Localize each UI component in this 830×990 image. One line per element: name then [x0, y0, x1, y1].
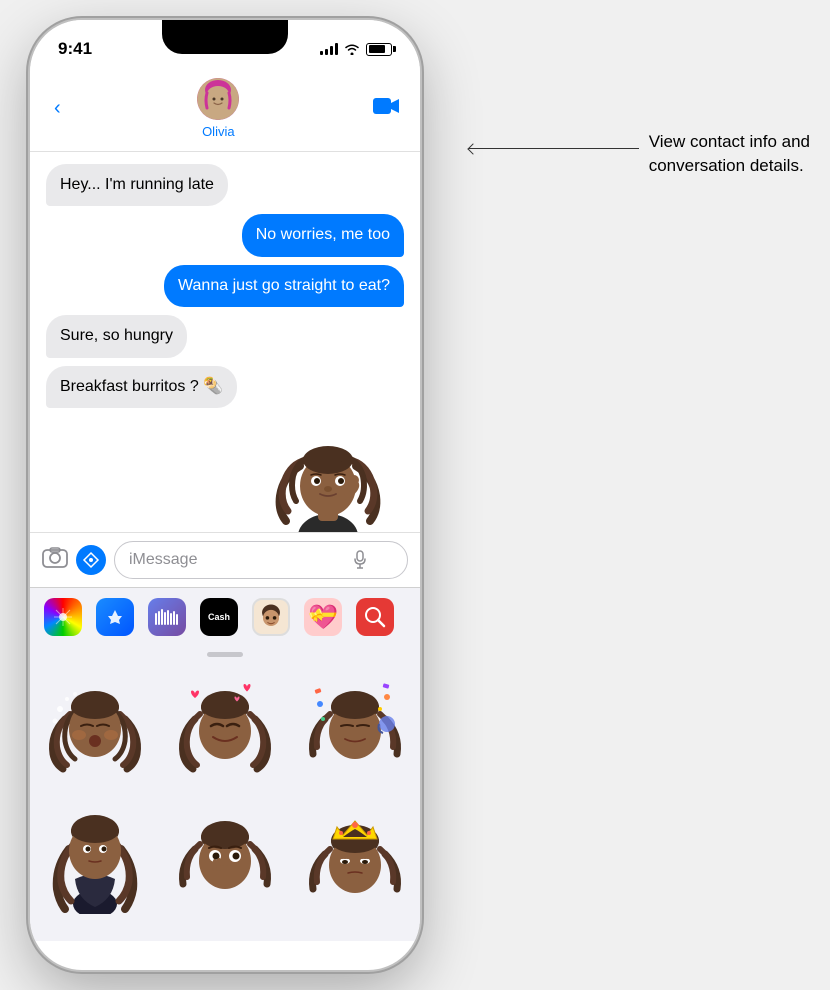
message-bubble: No worries, me too — [242, 214, 404, 256]
message-bubble: Sure, so hungry — [46, 315, 187, 357]
sticker-app-icon[interactable]: 💝 — [304, 598, 342, 636]
memoji-sticker-3[interactable] — [290, 661, 420, 791]
message-row: Wanna just go straight to eat? — [46, 265, 404, 307]
appcash-app-icon[interactable]: Cash — [200, 598, 238, 636]
memoji-app-icon[interactable] — [252, 598, 290, 636]
status-time: 9:41 — [58, 39, 92, 59]
chat-area: Hey... I'm running late No worries, me t… — [30, 152, 420, 532]
soundcloud-app-icon[interactable] — [148, 598, 186, 636]
world-app-icon[interactable] — [356, 598, 394, 636]
memoji-sticker-4[interactable] — [30, 791, 160, 921]
notch — [162, 20, 288, 54]
sent-sticker — [46, 416, 404, 532]
drag-handle — [30, 646, 420, 661]
message-row: Hey... I'm running late — [46, 164, 404, 206]
memoji-sticker-2[interactable] — [160, 661, 290, 791]
appstore-app-icon[interactable] — [96, 598, 134, 636]
message-bubble: Hey... I'm running late — [46, 164, 228, 206]
apps-button[interactable] — [76, 545, 106, 575]
wifi-icon — [344, 43, 360, 55]
contact-button[interactable]: Olivia — [197, 78, 239, 139]
video-call-button[interactable] — [372, 95, 400, 123]
phone-frame: 9:41 ‹ — [30, 20, 420, 970]
annotation-text: View contact info and conversation detai… — [649, 130, 810, 178]
memoji-sticker-6[interactable] — [290, 791, 420, 921]
memoji-grid — [30, 661, 420, 941]
avatar-image — [197, 78, 239, 120]
drag-pill — [207, 652, 243, 657]
photos-app-icon[interactable] — [44, 598, 82, 636]
annotation: View contact info and conversation detai… — [649, 130, 810, 178]
input-bar: iMessage — [30, 532, 420, 587]
avatar — [197, 78, 239, 120]
memoji-sticker-5[interactable] — [160, 791, 290, 921]
battery-icon — [366, 43, 392, 56]
message-input[interactable]: iMessage — [114, 541, 408, 579]
message-row: Sure, so hungry — [46, 315, 404, 357]
status-icons — [320, 43, 392, 56]
camera-button[interactable] — [42, 546, 68, 575]
message-bubble: Wanna just go straight to eat? — [164, 265, 404, 307]
input-placeholder: iMessage — [129, 551, 197, 569]
back-button[interactable]: ‹ — [50, 93, 65, 124]
message-row: Breakfast burritos ? 🌯 — [46, 366, 404, 408]
message-bubble: Breakfast burritos ? 🌯 — [46, 366, 237, 408]
app-strip: Cash 💝 — [30, 587, 420, 646]
memoji-sticker-1[interactable] — [30, 661, 160, 791]
contact-name: Olivia — [202, 124, 235, 139]
nav-bar: ‹ — [30, 70, 420, 152]
message-row: No worries, me too — [46, 214, 404, 256]
signal-icon — [320, 43, 338, 55]
mic-icon — [353, 550, 367, 570]
annotation-line — [469, 148, 639, 149]
memoji-sticker-image — [268, 416, 388, 532]
